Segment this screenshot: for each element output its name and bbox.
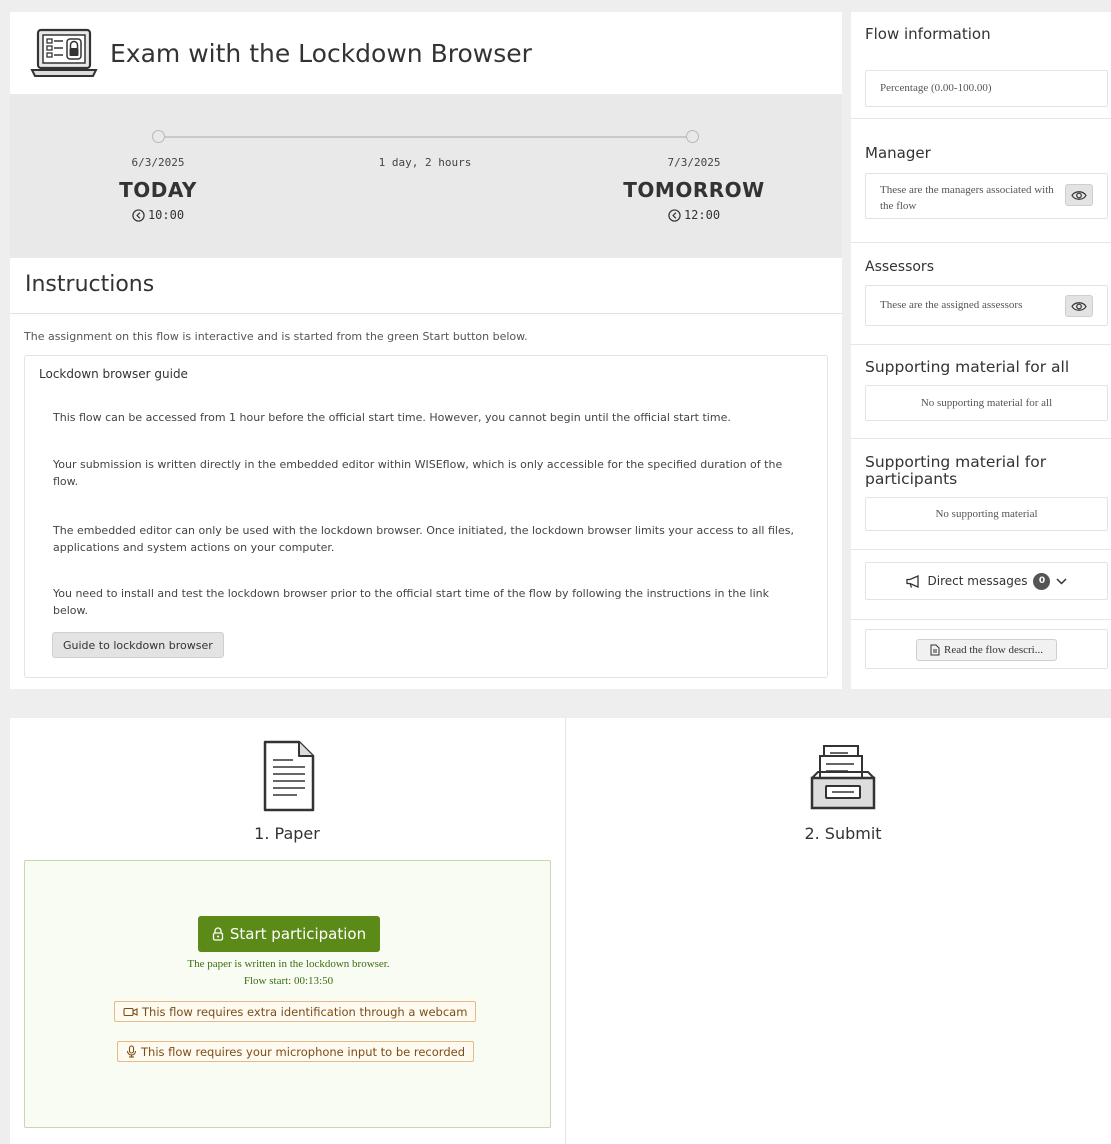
start-date: 6/3/2025 bbox=[131, 156, 185, 169]
megaphone-icon bbox=[905, 574, 919, 588]
instructions-header: Instructions bbox=[10, 258, 842, 314]
supporting-material-participants-box: No supporting material bbox=[865, 497, 1108, 531]
assessors-text: These are the assigned assessors bbox=[880, 299, 1023, 311]
supporting-material-all-title: Supporting material for all bbox=[865, 358, 1070, 376]
timeline-line bbox=[158, 136, 692, 138]
start-participation-button[interactable]: Start participation bbox=[198, 916, 380, 952]
guide-paragraph: This flow can be accessed from 1 hour be… bbox=[53, 411, 731, 424]
flow-timeline: 6/3/2025 TODAY 10:00 1 day, 2 hours 7/3/… bbox=[10, 94, 842, 258]
supporting-material-participants-title: Supporting material for participants bbox=[865, 453, 1047, 488]
participation-box: Start participation The paper is written… bbox=[24, 860, 551, 1128]
timeline-end-dot bbox=[686, 130, 699, 143]
page-title: Exam with the Lockdown Browser bbox=[110, 38, 532, 68]
flow-description-section: Read the flow descri... bbox=[851, 620, 1111, 689]
assessors-title: Assessors bbox=[865, 259, 934, 275]
flow-sidebar: Flow information Percentage (0.00-100.00… bbox=[851, 12, 1111, 689]
step-submit-label: 2. Submit bbox=[804, 824, 882, 843]
flow-steps-panel: 1. Paper 2. Submit Start participation T… bbox=[10, 718, 1111, 1144]
start-time: 10:00 bbox=[68, 208, 248, 222]
flow-information-value: Percentage (0.00-100.00) bbox=[865, 70, 1108, 107]
manager-text: These are the managers associated with t… bbox=[880, 184, 1054, 212]
flow-start-countdown: Flow start: 00:13:50 bbox=[243, 975, 334, 987]
flow-main-panel: Exam with the Lockdown Browser 6/3/2025 … bbox=[10, 12, 842, 689]
flow-header: Exam with the Lockdown Browser bbox=[10, 12, 842, 94]
read-flow-description-button[interactable]: Read the flow descri... bbox=[916, 639, 1057, 661]
start-time-value: 10:00 bbox=[147, 208, 185, 222]
flow-description-box: Read the flow descri... bbox=[865, 629, 1108, 669]
webcam-requirement-notice: This flow requires extra identification … bbox=[114, 1001, 477, 1022]
lock-icon bbox=[212, 927, 224, 941]
assessors-box: These are the assigned assessors bbox=[865, 285, 1108, 326]
steps-divider bbox=[565, 718, 566, 1144]
timeline-start: 6/3/2025 TODAY 10:00 bbox=[68, 156, 248, 222]
lockdown-note: The paper is written in the lockdown bro… bbox=[187, 958, 390, 970]
assessors-section: Assessors These are the assigned assesso… bbox=[851, 243, 1111, 345]
video-camera-icon bbox=[123, 1007, 138, 1016]
step-submit[interactable]: 2. Submit bbox=[743, 742, 943, 843]
direct-messages-label: Direct messages bbox=[927, 574, 1028, 588]
chevron-down-icon bbox=[1056, 577, 1067, 585]
clock-icon bbox=[668, 208, 681, 222]
microphone-requirement-notice: This flow requires your microphone input… bbox=[117, 1041, 474, 1062]
timeline-start-dot bbox=[152, 130, 165, 143]
timeline-end: 7/3/2025 TOMORROW 12:00 bbox=[604, 156, 784, 222]
guide-paragraph: Your submission is written directly in t… bbox=[53, 458, 783, 488]
end-time: 12:00 bbox=[604, 208, 784, 222]
guide-paragraph: You need to install and test the lockdow… bbox=[53, 587, 770, 617]
supporting-material-all-section: Supporting material for all No supportin… bbox=[851, 345, 1111, 439]
eye-icon bbox=[1071, 301, 1087, 311]
submit-tray-icon bbox=[810, 745, 876, 810]
direct-messages-button[interactable]: Direct messages 0 bbox=[866, 563, 1107, 599]
instructions-intro: The assignment on this flow is interacti… bbox=[24, 330, 528, 343]
end-day: TOMORROW bbox=[623, 178, 765, 202]
start-participation-label: Start participation bbox=[229, 925, 367, 943]
eye-icon bbox=[1071, 190, 1087, 200]
webcam-requirement-text: This flow requires extra identification … bbox=[142, 1004, 468, 1019]
instructions-heading: Instructions bbox=[25, 272, 155, 297]
start-day: TODAY bbox=[119, 178, 197, 202]
document-icon bbox=[930, 644, 940, 656]
clock-icon bbox=[132, 208, 145, 222]
manager-title: Manager bbox=[865, 144, 931, 162]
guide-paragraph: The embedded editor can only be used wit… bbox=[53, 524, 794, 554]
step-paper[interactable]: 1. Paper bbox=[187, 738, 387, 843]
guide-title: Lockdown browser guide bbox=[39, 367, 188, 381]
manager-box: These are the managers associated with t… bbox=[865, 173, 1108, 219]
supporting-material-participants-section: Supporting material for participants No … bbox=[851, 439, 1111, 550]
paper-document-icon bbox=[263, 740, 315, 812]
end-date: 7/3/2025 bbox=[667, 156, 721, 169]
direct-messages-toggle[interactable]: Direct messages 0 bbox=[865, 562, 1108, 600]
direct-messages-count-badge: 0 bbox=[1033, 572, 1051, 590]
lockdown-guide-box: Lockdown browser guide This flow can be … bbox=[24, 355, 828, 678]
end-time-value: 12:00 bbox=[683, 208, 721, 222]
flow-information-title: Flow information bbox=[865, 25, 991, 43]
supporting-material-all-box: No supporting material for all bbox=[865, 385, 1108, 421]
microphone-icon bbox=[126, 1045, 137, 1058]
step-paper-label: 1. Paper bbox=[254, 824, 320, 843]
microphone-requirement-text: This flow requires your microphone input… bbox=[141, 1044, 465, 1059]
manager-section: Manager These are the managers associate… bbox=[851, 119, 1111, 243]
flow-information-section: Flow information Percentage (0.00-100.00… bbox=[851, 12, 1111, 119]
laptop-lock-icon bbox=[30, 28, 98, 77]
timeline-duration: 1 day, 2 hours bbox=[378, 156, 472, 169]
view-assessors-button[interactable] bbox=[1065, 295, 1093, 317]
guide-to-lockdown-browser-button[interactable]: Guide to lockdown browser bbox=[52, 632, 224, 658]
read-flow-description-label: Read the flow descri... bbox=[944, 644, 1043, 656]
direct-messages-section: Direct messages 0 bbox=[851, 550, 1111, 620]
view-managers-button[interactable] bbox=[1065, 184, 1093, 206]
